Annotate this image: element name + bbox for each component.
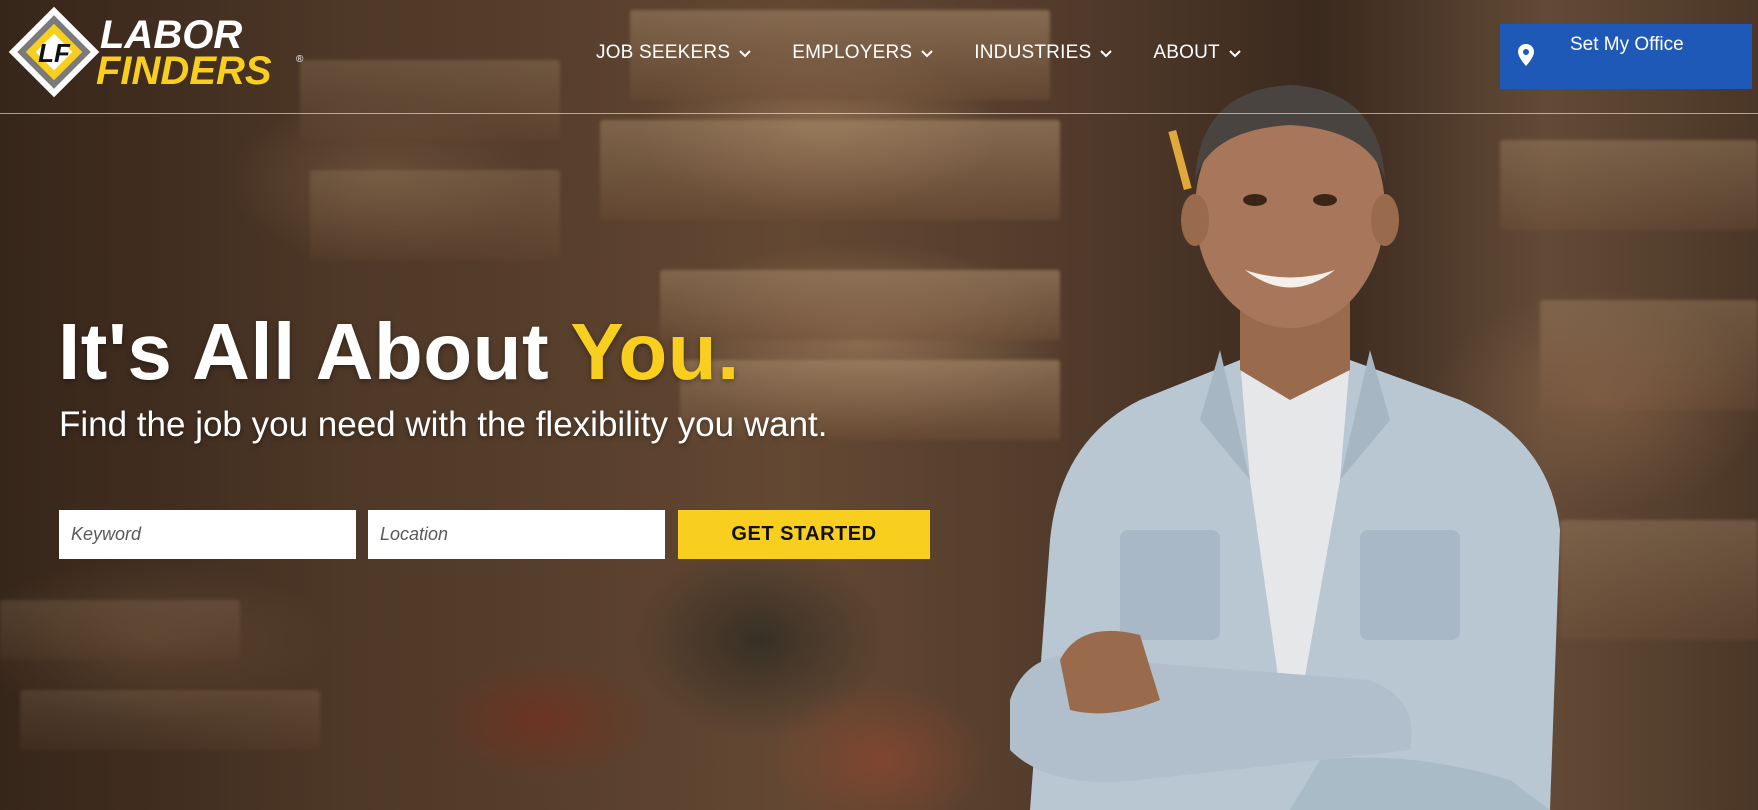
chevron-down-icon — [739, 50, 751, 58]
svg-text:LF: LF — [38, 38, 71, 68]
labor-finders-logo[interactable]: LF LABOR FINDERS ® — [8, 4, 308, 100]
map-pin-icon — [1518, 44, 1534, 66]
main-nav: JOB SEEKERS EMPLOYERS INDUSTRIES ABOUT — [596, 42, 1282, 64]
svg-text:FINDERS: FINDERS — [96, 49, 272, 93]
hero-headline: It's All About You. — [58, 306, 740, 398]
svg-text:®: ® — [296, 54, 304, 65]
hero-headline-accent: You. — [570, 307, 740, 396]
chevron-down-icon — [1229, 50, 1241, 58]
hero-headline-main: It's All About — [58, 307, 571, 396]
nav-item-label: INDUSTRIES — [974, 42, 1092, 63]
site-header: LF LABOR FINDERS ® JOB SEEKERS EMPLOYERS… — [0, 0, 1758, 114]
nav-item-label: JOB SEEKERS — [596, 42, 731, 63]
smiling-worker-photo — [1010, 85, 1560, 810]
set-my-office-label: Set My Office — [1570, 34, 1684, 55]
nav-item-label: EMPLOYERS — [792, 42, 913, 63]
nav-item-employers[interactable]: EMPLOYERS — [792, 42, 934, 64]
set-my-office-button[interactable]: Set My Office — [1500, 24, 1752, 89]
get-started-button[interactable]: GET STARTED — [678, 510, 930, 559]
keyword-input[interactable] — [59, 510, 356, 559]
nav-item-industries[interactable]: INDUSTRIES — [974, 42, 1113, 64]
page: LF LABOR FINDERS ® JOB SEEKERS EMPLOYERS… — [0, 0, 1758, 810]
nav-item-job-seekers[interactable]: JOB SEEKERS — [596, 42, 752, 64]
nav-item-about[interactable]: ABOUT — [1153, 42, 1241, 64]
location-input[interactable] — [368, 510, 665, 559]
hero-subheadline: Find the job you need with the flexibili… — [59, 405, 828, 444]
chevron-down-icon — [921, 50, 933, 58]
chevron-down-icon — [1100, 50, 1113, 58]
nav-item-label: ABOUT — [1153, 42, 1220, 63]
